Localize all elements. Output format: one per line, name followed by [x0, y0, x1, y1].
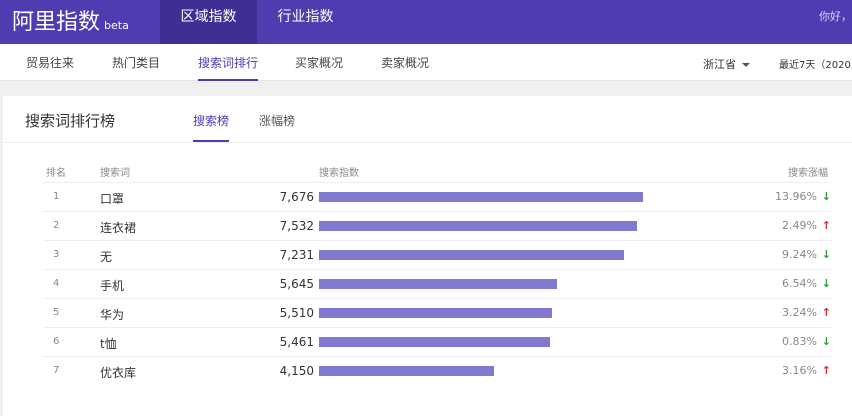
- rank-number: 4: [53, 278, 60, 289]
- region-value: 浙江省: [703, 58, 736, 71]
- index-bar: [319, 279, 557, 289]
- change-value: 3.16%: [782, 364, 817, 377]
- arrow-down-icon: ↓: [821, 277, 831, 290]
- region-dropdown[interactable]: 浙江省: [703, 56, 750, 72]
- change-value: 13.96%: [775, 190, 817, 203]
- index-bar: [319, 192, 643, 202]
- nav-industry-index[interactable]: 行业指数: [257, 0, 354, 44]
- logo-text: 阿里指数: [12, 10, 101, 35]
- panel-title: 搜索词排行榜: [25, 112, 116, 130]
- index-bar: [319, 221, 637, 231]
- ranking-panel: 搜索词排行榜 搜索榜 涨幅榜 排名 搜索词 搜索指数 搜索涨幅 1 口罩 7,676…: [3, 96, 852, 416]
- index-value: 7,676: [279, 190, 314, 204]
- index-bar: [319, 366, 494, 376]
- subnav-trade[interactable]: 贸易往来: [26, 54, 74, 71]
- change-value: 9.24%: [782, 248, 817, 261]
- subnav-hot-categories[interactable]: 热门类目: [112, 54, 160, 71]
- arrow-down-icon: ↓: [821, 248, 831, 261]
- arrow-down-icon: ↓: [821, 190, 831, 203]
- change-value: 3.24%: [782, 306, 817, 319]
- index-value: 5,461: [279, 335, 314, 349]
- tab-search[interactable]: 搜索榜: [193, 112, 230, 142]
- rank-number: 3: [53, 249, 60, 260]
- arrow-down-icon: ↓: [821, 335, 831, 348]
- table-row[interactable]: 3 无 7,231 9.24% ↓: [43, 240, 831, 269]
- keyword-link[interactable]: 优衣库: [100, 364, 136, 381]
- arrow-up-icon: ↑: [821, 364, 831, 377]
- index-value: 7,231: [279, 248, 314, 262]
- header-keyword: 搜索词: [100, 168, 130, 179]
- keyword-link[interactable]: 无: [100, 248, 112, 265]
- date-range[interactable]: 最近7天（2020.0: [779, 56, 852, 71]
- top-header: 阿里指数 beta 区域指数 行业指数 你好，: [0, 0, 852, 44]
- keyword-link[interactable]: 口罩: [100, 190, 124, 207]
- rank-number: 1: [53, 191, 60, 202]
- index-value: 5,645: [279, 277, 314, 291]
- table-row[interactable]: 5 华为 5,510 3.24% ↑: [43, 298, 831, 327]
- beta-badge: beta: [104, 19, 129, 32]
- subnav-sellers[interactable]: 卖家概况: [381, 54, 429, 71]
- sub-navigation: 贸易往来 热门类目 搜索词排行 买家概况 卖家概况 浙江省 最近7天（2020.…: [0, 44, 852, 81]
- header-index: 搜索指数: [319, 168, 359, 179]
- rank-number: 6: [53, 336, 60, 347]
- index-value: 5,510: [279, 306, 314, 320]
- rank-number: 5: [53, 307, 60, 318]
- table-row[interactable]: 7 优衣库 4,150 3.16% ↑: [43, 356, 831, 385]
- index-bar: [319, 250, 624, 260]
- keyword-link[interactable]: 手机: [100, 277, 124, 294]
- arrow-up-icon: ↑: [821, 219, 831, 232]
- nav-region-index[interactable]: 区域指数: [160, 0, 257, 44]
- keyword-link[interactable]: t恤: [100, 335, 117, 352]
- subnav-buyers[interactable]: 买家概况: [295, 54, 343, 71]
- keyword-link[interactable]: 连衣裙: [100, 219, 136, 236]
- table-row[interactable]: 4 手机 5,645 6.54% ↓: [43, 269, 831, 298]
- rank-number: 7: [53, 365, 60, 376]
- index-value: 7,532: [279, 219, 314, 233]
- header-rank: 排名: [46, 168, 66, 179]
- user-greeting[interactable]: 你好，: [819, 8, 852, 24]
- subnav-search-ranking[interactable]: 搜索词排行: [198, 54, 259, 81]
- keyword-link[interactable]: 华为: [100, 306, 124, 323]
- change-value: 2.49%: [782, 219, 817, 232]
- table-row[interactable]: 2 连衣裙 7,532 2.49% ↑: [43, 211, 831, 240]
- index-bar: [319, 337, 550, 347]
- logo[interactable]: 阿里指数 beta: [12, 4, 129, 36]
- arrow-up-icon: ↑: [821, 306, 831, 319]
- divider: [3, 142, 852, 143]
- table-row[interactable]: 1 口罩 7,676 13.96% ↓: [43, 182, 831, 211]
- tab-growth[interactable]: 涨幅榜: [259, 112, 295, 129]
- caret-down-icon: [742, 63, 750, 67]
- change-value: 0.83%: [782, 335, 817, 348]
- table-row[interactable]: 6 t恤 5,461 0.83% ↓: [43, 327, 831, 356]
- index-bar: [319, 308, 552, 318]
- change-value: 6.54%: [782, 277, 817, 290]
- index-value: 4,150: [279, 364, 314, 378]
- rank-number: 2: [53, 220, 60, 231]
- header-change: 搜索涨幅: [788, 168, 828, 179]
